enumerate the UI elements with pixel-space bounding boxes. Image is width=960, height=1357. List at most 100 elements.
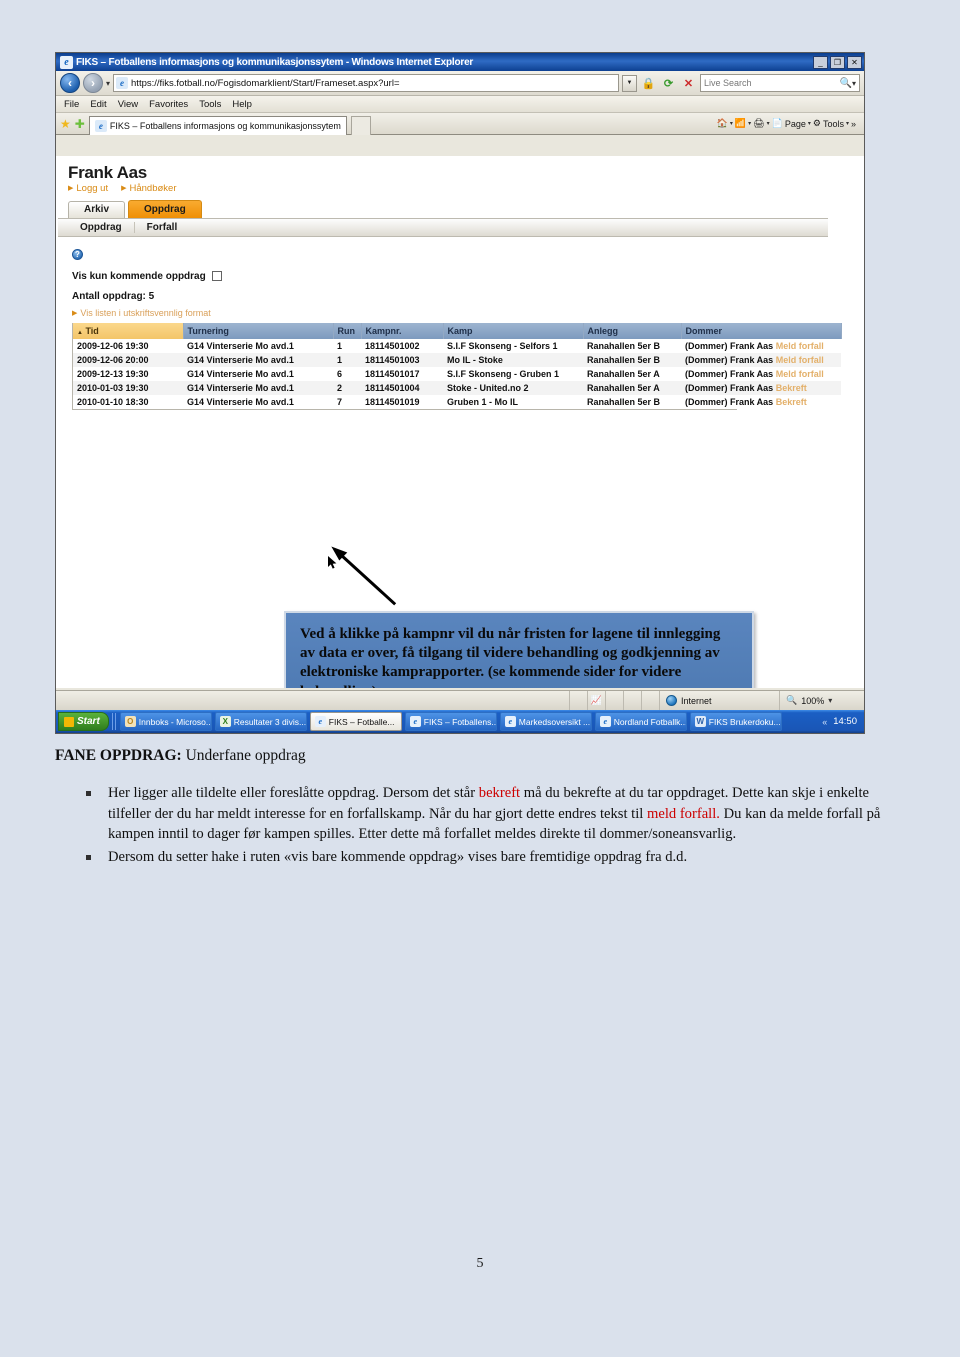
status-icon-slot xyxy=(642,691,660,710)
column-header-turnering[interactable]: Turnering xyxy=(183,322,334,339)
column-header-kampnr[interactable]: Kampnr. xyxy=(361,322,444,339)
subtab-oppdrag[interactable]: Oppdrag xyxy=(68,222,134,233)
browser-status-bar: 📈 Internet 🔍 100% ▾ xyxy=(56,690,864,710)
action-link[interactable]: Meld forfall xyxy=(776,369,824,379)
globe-icon xyxy=(666,695,677,706)
minimize-button[interactable]: _ xyxy=(813,55,828,69)
menu-item-view[interactable]: View xyxy=(118,99,138,110)
action-link[interactable]: Meld forfall xyxy=(776,355,824,365)
column-header-dommer[interactable]: Dommer xyxy=(681,322,842,339)
system-tray: « 14:50 xyxy=(822,716,862,727)
filter-checkbox[interactable] xyxy=(211,271,222,282)
tab-oppdrag[interactable]: Oppdrag xyxy=(128,199,202,218)
taskbar-item-outlook[interactable]: O Innboks - Microso... xyxy=(119,712,212,731)
browser-window-screenshot: e FIKS – Fotballens informasjons og komm… xyxy=(55,52,865,734)
cell-kampnr-link[interactable]: 18114501019 xyxy=(361,394,443,409)
cell-dommer: (Dommer) Frank Aas Bekreft xyxy=(681,380,841,395)
cell-kampnr-link[interactable]: 18114501017 xyxy=(361,366,443,381)
menu-item-tools[interactable]: Tools xyxy=(199,99,221,110)
forward-icon[interactable]: › xyxy=(83,73,103,93)
sub-tabs: Oppdrag Forfall xyxy=(58,217,828,237)
cell-turnering: G14 Vinterserie Mo avd.1 xyxy=(183,394,333,409)
tab-arkiv[interactable]: Arkiv xyxy=(68,200,126,218)
outlook-icon: O xyxy=(124,716,136,727)
taskbar-item-fiks-2[interactable]: e FIKS – Fotballens... xyxy=(404,712,497,731)
help-icon[interactable]: ? xyxy=(72,248,83,260)
feeds-icon[interactable]: 📶 ▾ xyxy=(735,118,751,129)
address-dropdown-icon[interactable]: ▼ xyxy=(622,74,637,92)
user-header: Frank Aas ▶ Logg ut ▶ Håndbøker xyxy=(58,158,828,194)
tray-overflow-icon[interactable]: « xyxy=(822,717,827,727)
toolbar-overflow-icon[interactable]: » xyxy=(851,119,856,129)
stop-icon[interactable]: ✕ xyxy=(680,74,697,92)
column-header-tid[interactable]: ▲ Tid xyxy=(73,322,184,339)
window-controls: _ ❐ ✕ xyxy=(813,55,862,69)
bullet1-highlight-bekreft: bekreft xyxy=(478,784,521,801)
browser-tab[interactable]: e FIKS – Fotballens informasjons og komm… xyxy=(88,115,347,135)
taskbar-item-markedsoversikt[interactable]: e Markedsoversikt ... xyxy=(499,712,592,731)
page-viewport: FIKS Fotballens informasjons- og kommuni… xyxy=(56,156,864,688)
column-header-run[interactable]: Run xyxy=(333,322,362,339)
column-header-kamp[interactable]: Kamp xyxy=(443,322,584,339)
search-dropdown-icon[interactable]: ▾ xyxy=(852,79,856,88)
page-menu-button[interactable]: 📄 Page ▾ xyxy=(772,118,811,129)
taskbar-item-brukerdoku[interactable]: W FIKS Brukerdoku... xyxy=(689,712,782,731)
add-favorite-icon[interactable]: ✚ xyxy=(75,118,85,130)
cell-kampnr-link[interactable]: 18114501004 xyxy=(361,380,443,395)
cell-kampnr-link[interactable]: 18114501003 xyxy=(361,352,443,367)
menu-item-favorites[interactable]: Favorites xyxy=(149,99,188,110)
zoom-control[interactable]: 🔍 100% ▾ xyxy=(780,695,864,706)
print-friendly-link[interactable]: ▶ Vis listen i utskriftsvennlig format xyxy=(72,308,828,318)
address-bar[interactable]: e https://fiks.fotball.no/Fogisdomarklie… xyxy=(113,74,619,92)
table-row[interactable]: 2009-12-06 20:00 G14 Vinterserie Mo avd.… xyxy=(73,352,841,367)
taskbar-item-nordland[interactable]: e Nordland Fotballk... xyxy=(594,712,687,731)
table-row[interactable]: 2009-12-06 19:30 G14 Vinterserie Mo avd.… xyxy=(73,338,841,353)
cell-dommer: (Dommer) Frank Aas Meld forfall xyxy=(681,338,841,353)
taskbar-item-excel[interactable]: X Resultater 3 divis... xyxy=(214,712,307,731)
status-icon-slot xyxy=(606,691,624,710)
new-tab-button[interactable] xyxy=(350,115,371,135)
menu-item-help[interactable]: Help xyxy=(232,99,252,110)
ie-icon: e xyxy=(599,716,611,727)
list-item: Dersom du setter hake i ruten «vis bare … xyxy=(86,847,905,868)
security-zone[interactable]: Internet xyxy=(660,691,780,710)
cell-tid: 2009-12-06 20:00 xyxy=(73,352,183,367)
table-row[interactable]: 2010-01-10 18:30 G14 Vinterserie Mo avd.… xyxy=(73,394,841,409)
zoom-dropdown-icon[interactable]: ▾ xyxy=(828,696,832,705)
print-icon[interactable]: 🖨 ▾ xyxy=(753,118,769,129)
favorites-star-icon[interactable]: ★ xyxy=(60,118,71,130)
document-body: FANE OPPDRAG: Underfane oppdrag Her ligg… xyxy=(0,746,960,870)
page-number: 5 xyxy=(476,1256,484,1271)
browser-tab-bar: ★ ✚ e FIKS – Fotballens informasjons og … xyxy=(56,113,864,135)
table-row[interactable]: 2009-12-13 19:30 G14 Vinterserie Mo avd.… xyxy=(73,366,841,381)
taskbar-item-fiks-active[interactable]: e FIKS – Fotballe... xyxy=(309,712,402,731)
search-icon[interactable]: 🔍 xyxy=(840,78,852,89)
restore-button[interactable]: ❐ xyxy=(830,55,845,69)
refresh-icon[interactable]: ⟳ xyxy=(660,74,677,92)
action-link[interactable]: Bekreft xyxy=(776,383,807,393)
menu-item-edit[interactable]: Edit xyxy=(90,99,106,110)
home-icon[interactable]: 🏠 ▾ xyxy=(717,118,733,129)
status-icon-slot xyxy=(624,691,642,710)
action-link[interactable]: Bekreft xyxy=(776,397,807,407)
history-dropdown-icon[interactable]: ▾ xyxy=(106,79,110,88)
logout-link[interactable]: ▶ Logg ut xyxy=(68,183,108,194)
column-header-anlegg[interactable]: Anlegg xyxy=(583,322,682,339)
table-row[interactable]: 2010-01-03 19:30 G14 Vinterserie Mo avd.… xyxy=(73,380,841,395)
window-title: FIKS – Fotballens informasjons og kommun… xyxy=(76,56,474,68)
handbooks-link[interactable]: ▶ Håndbøker xyxy=(121,183,176,194)
close-button[interactable]: ✕ xyxy=(847,55,862,69)
action-link[interactable]: Meld forfall xyxy=(776,341,824,351)
cell-run: 6 xyxy=(333,366,361,381)
zoom-icon: 🔍 xyxy=(786,695,798,705)
tools-menu-button[interactable]: ⚙ Tools ▾ xyxy=(813,118,849,129)
search-input[interactable]: Live Search 🔍 ▾ xyxy=(700,74,860,92)
mouse-cursor-icon xyxy=(328,556,337,569)
back-icon[interactable]: ‹ xyxy=(60,73,80,93)
menu-item-file[interactable]: File xyxy=(64,99,79,110)
status-chart-icon: 📈 xyxy=(588,691,606,710)
start-button[interactable]: Start xyxy=(58,712,109,731)
subtab-forfall[interactable]: Forfall xyxy=(133,221,190,233)
cell-kampnr-link[interactable]: 18114501002 xyxy=(361,338,443,353)
ie-icon: e xyxy=(314,716,326,727)
